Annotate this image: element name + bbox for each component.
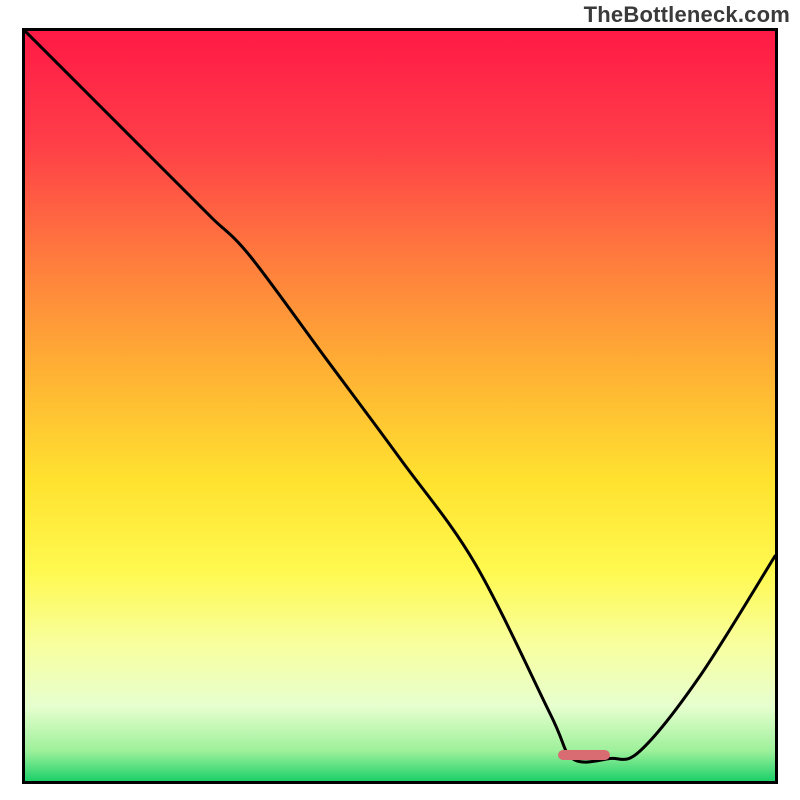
plot-area xyxy=(22,28,778,784)
chart-frame: TheBottleneck.com xyxy=(0,0,800,800)
plot-svg xyxy=(25,31,775,781)
optimal-range-marker xyxy=(558,750,611,760)
watermark-text: TheBottleneck.com xyxy=(584,2,790,28)
